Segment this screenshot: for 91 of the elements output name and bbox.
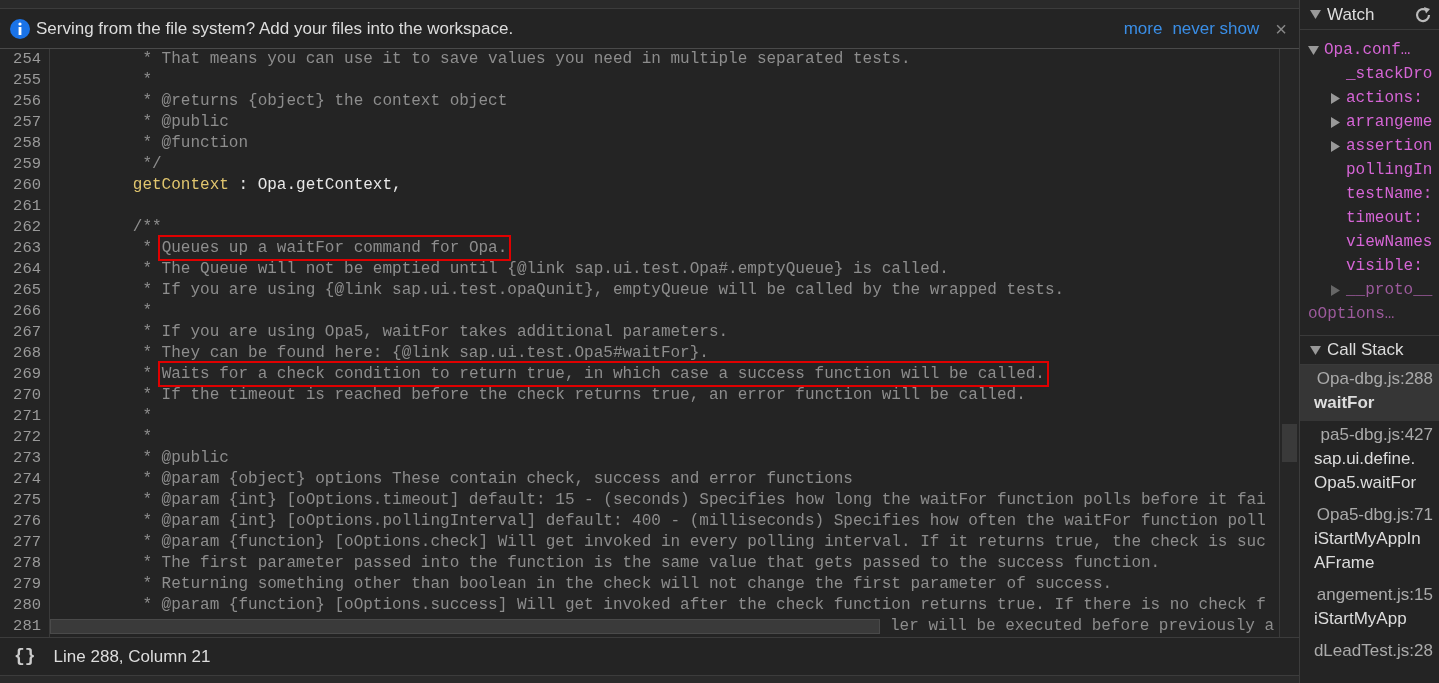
code-line: * @public xyxy=(141,112,229,133)
line-number: 275 xyxy=(0,490,50,511)
line-number: 274 xyxy=(0,469,50,490)
line-number: 278 xyxy=(0,553,50,574)
line-number: 262 xyxy=(0,217,50,238)
vertical-scrollbar[interactable] xyxy=(1279,49,1299,637)
line-number: 264 xyxy=(0,259,50,280)
watch-header[interactable]: Watch xyxy=(1300,0,1439,30)
code-line: * If the timeout is reached before the check returns true, an error function will be called. xyxy=(141,385,1026,406)
watch-item[interactable]: arrangeme xyxy=(1346,110,1433,134)
watch-item[interactable]: testName: xyxy=(1346,182,1433,206)
watch-item[interactable]: _stackDro xyxy=(1346,62,1433,86)
watch-item[interactable]: Opa.conf… xyxy=(1324,38,1411,62)
line-number: 263 xyxy=(0,238,50,259)
line-number: 280 xyxy=(0,595,50,616)
call-frame[interactable]: dLeadTest.js:28 xyxy=(1300,637,1439,669)
close-button[interactable]: × xyxy=(1273,18,1289,39)
code-line: * The Queue will not be emptied until {@link sap.ui.test.Opa#.emptyQueue} is called. xyxy=(141,259,949,280)
comment-marker: * xyxy=(141,365,153,383)
code-line: * The first parameter passed into the function is the same value that gets passed to the success function. xyxy=(141,553,1161,574)
frame-location: Opa-dbg.js:288 xyxy=(1315,368,1434,390)
code-line: */ xyxy=(141,154,162,175)
code-line: * xyxy=(141,406,152,427)
code-line: * @param {int} [oOptions.timeout] default: 15 - (seconds) Specifies how long the waitFor function polls before it fai xyxy=(141,490,1266,511)
code-line: * They can be found here: {@link sap.ui.test.Opa5#waitFor}. xyxy=(141,343,709,364)
code-line: * xyxy=(141,301,152,322)
line-number: 279 xyxy=(0,574,50,595)
code-line: * @param {function} [oOptions.success] Will get invoked after the check function returns true. If there is no check f xyxy=(141,595,1266,616)
watch-item[interactable]: assertion xyxy=(1346,134,1433,158)
line-number: 258 xyxy=(0,133,50,154)
line-number: 254 xyxy=(0,49,50,70)
code-line: * @returns {object} the context object xyxy=(141,91,508,112)
frame-location: Opa5-dbg.js:71 xyxy=(1315,504,1434,526)
code-line: * That means you can use it to save values you need in multiple separated tests. xyxy=(141,49,911,70)
line-number: 276 xyxy=(0,511,50,532)
line-number: 261 xyxy=(0,196,50,217)
code-line: * @param {int} [oOptions.pollingInterval] default: 400 - (milliseconds) Specifies how often the waitFor function poll xyxy=(141,511,1266,532)
line-number: 266 xyxy=(0,301,50,322)
line-number: 257 xyxy=(0,112,50,133)
code-line: * @function xyxy=(141,133,249,154)
call-frame[interactable]: angement.js:15 iStartMyApp xyxy=(1300,581,1439,637)
watch-item[interactable]: timeout: xyxy=(1346,206,1423,230)
line-number: 255 xyxy=(0,70,50,91)
call-frame[interactable]: Opa5-dbg.js:71 iStartMyAppInAFrame xyxy=(1300,501,1439,581)
code-line: * @param {function} [oOptions.check] Will get invoked in every polling interval. If it returns true, the check is suc xyxy=(141,532,1266,553)
line-number: 259 xyxy=(0,154,50,175)
code-line: * If you are using {@link sap.ui.test.opaQunit}, emptyQueue will be called by the wrapped tests. xyxy=(141,280,1065,301)
info-icon xyxy=(10,18,30,39)
code-line: * xyxy=(141,427,152,448)
line-number: 267 xyxy=(0,322,50,343)
watch-item[interactable]: pollingIn xyxy=(1346,158,1433,182)
watch-item[interactable]: __proto__ xyxy=(1346,278,1433,302)
code-line: getContext : Opa.getContext, xyxy=(131,175,402,196)
line-number: 270 xyxy=(0,385,50,406)
call-frame[interactable]: Opa-dbg.js:288 waitFor xyxy=(1300,365,1439,421)
frame-location: pa5-dbg.js:427 xyxy=(1319,424,1434,446)
code-line: * @public xyxy=(141,448,229,469)
watch-item[interactable]: visible: xyxy=(1346,254,1423,278)
call-frame[interactable]: pa5-dbg.js:427 sap.ui.define.Opa5.waitFor xyxy=(1300,421,1439,501)
line-number: 273 xyxy=(0,448,50,469)
line-number: 272 xyxy=(0,427,50,448)
frame-location: angement.js:15 xyxy=(1315,584,1434,606)
frame-function: iStartMyAppInAFrame xyxy=(1313,528,1422,574)
code-line: * @param {object} options These contain check, success and error functions xyxy=(141,469,853,490)
frame-function: waitFor xyxy=(1313,392,1376,414)
line-number: 269 xyxy=(0,364,50,385)
pretty-print-button[interactable]: {} xyxy=(14,643,36,670)
horizontal-scrollbar[interactable] xyxy=(50,619,880,634)
line-number: 260 xyxy=(0,175,50,196)
line-number: 268 xyxy=(0,343,50,364)
never-show-link[interactable]: never show xyxy=(1172,15,1260,42)
frame-location: dLeadTest.js:28 xyxy=(1312,640,1434,662)
line-number: 271 xyxy=(0,406,50,427)
code-line: * If you are using Opa5, waitFor takes additional parameters. xyxy=(141,322,729,343)
frame-function: iStartMyApp xyxy=(1313,608,1408,630)
refresh-icon xyxy=(1415,5,1433,24)
frame-function: sap.ui.define.Opa5.waitFor xyxy=(1313,448,1418,494)
line-number: 265 xyxy=(0,280,50,301)
watch-item[interactable]: oOptions… xyxy=(1308,302,1395,326)
cursor-position: Line 288, Column 21 xyxy=(53,645,211,668)
code-line: * Returning something other than boolean in the check will not change the first parameter of success. xyxy=(141,574,1113,595)
line-number: 256 xyxy=(0,91,50,112)
code-line: /** xyxy=(131,217,162,238)
watch-item[interactable]: viewNames xyxy=(1346,230,1433,254)
code-line: * xyxy=(141,70,152,91)
watch-item[interactable]: actions: xyxy=(1346,86,1423,110)
line-number: 277 xyxy=(0,532,50,553)
code-line: ler will be executed before previously a xyxy=(890,616,1275,637)
comment-marker: * xyxy=(141,239,153,257)
info-message: Serving from the file system? Add your files into the workspace. xyxy=(36,17,514,40)
more-link[interactable]: more xyxy=(1123,15,1163,42)
